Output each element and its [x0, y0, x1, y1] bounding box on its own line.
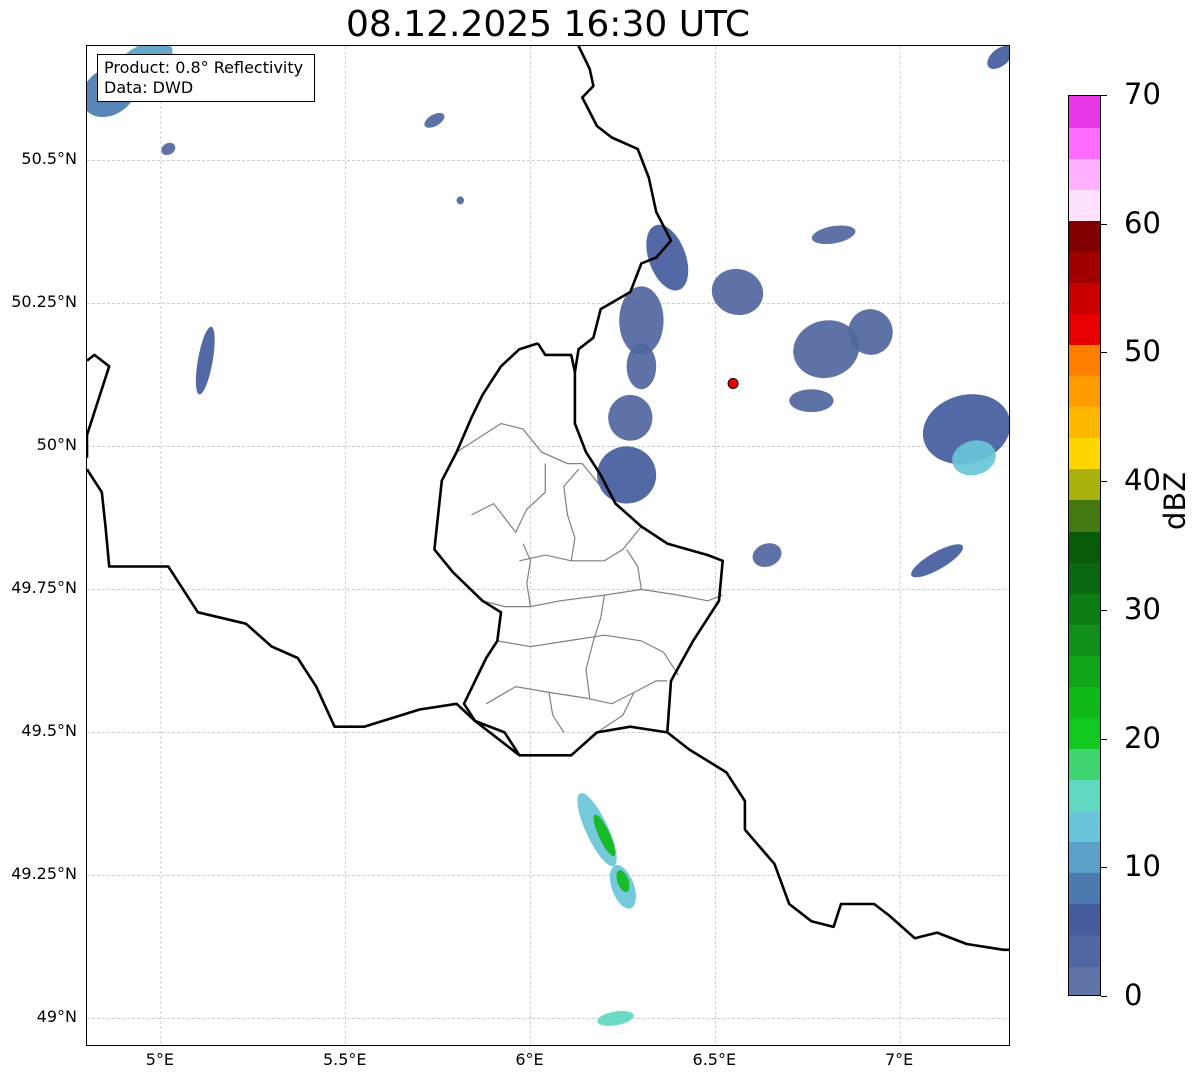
colorbar-segment-0	[1069, 965, 1100, 995]
district-borders	[456, 422, 723, 733]
radar-echo-3	[424, 112, 445, 128]
colorbar-segment-24	[1069, 220, 1100, 252]
colorbar	[1068, 95, 1101, 996]
colorbar-segment-27	[1069, 127, 1100, 159]
colorbar-segment-17	[1069, 437, 1100, 470]
district-border-7	[563, 468, 580, 561]
radar-echo-25	[597, 1010, 634, 1026]
colorbar-segment-15	[1069, 499, 1100, 532]
colorbar-tickmark-5	[1101, 352, 1107, 354]
national-borders	[87, 46, 1009, 952]
radar-echo-2	[195, 326, 215, 395]
district-border-9	[626, 549, 642, 590]
colorbar-tick-3: 30	[1124, 591, 1161, 626]
colorbar-segment-4	[1069, 841, 1100, 874]
lon-label-4: 7°E	[884, 1050, 914, 1069]
radar-echo-19	[752, 543, 782, 567]
district-border-1	[471, 463, 546, 534]
lon-label-0: 5°E	[145, 1050, 175, 1069]
map-canvas	[87, 46, 1009, 1045]
colorbar-tick-6: 60	[1124, 205, 1161, 240]
lat-label-3: 49.75°N	[11, 578, 77, 598]
product-info-box: Product: 0.8° Reflectivity Data: DWD	[97, 54, 315, 102]
radar-echo-10	[597, 446, 657, 504]
district-border-10	[548, 692, 565, 733]
gridlines	[87, 46, 1009, 1045]
colorbar-segment-28	[1069, 96, 1100, 128]
national-border-1	[87, 468, 668, 757]
colorbar-segment-20	[1069, 344, 1100, 377]
colorbar-segment-14	[1069, 530, 1100, 563]
lon-label-1: 5.5°E	[322, 1050, 367, 1069]
colorbar-segment-9	[1069, 686, 1100, 718]
national-border-2	[87, 353, 111, 458]
lat-label-4: 49.5°N	[21, 721, 77, 741]
colorbar-segment-3	[1069, 872, 1100, 905]
radar-echo-15	[789, 389, 834, 413]
radar-site	[727, 377, 739, 389]
radar-echo-4	[161, 142, 176, 156]
radar-echo-5	[456, 196, 464, 205]
lat-label-1: 50.25°N	[11, 292, 77, 312]
colorbar-segment-21	[1069, 313, 1100, 346]
lat-label-2: 50°N	[36, 435, 77, 455]
map-title: 08.12.2025 16:30 UTC	[345, 4, 751, 45]
lat-label-0: 50.5°N	[21, 149, 77, 169]
national-border-3	[433, 342, 539, 757]
colorbar-segment-5	[1069, 810, 1100, 843]
colorbar-label: dBZ	[1158, 471, 1192, 530]
colorbar-segment-23	[1069, 251, 1100, 283]
radar-echo-11	[711, 268, 764, 316]
lon-label-3: 6.5°E	[692, 1050, 737, 1069]
radar-echo-18	[911, 544, 964, 578]
data-source-label: Data: DWD	[104, 78, 194, 97]
colorbar-segment-8	[1069, 717, 1100, 750]
colorbar-segment-26	[1069, 158, 1100, 190]
radar-echo-9	[608, 394, 653, 441]
colorbar-tickmark-4	[1101, 481, 1107, 483]
colorbar-segment-19	[1069, 375, 1100, 408]
district-border-4	[497, 634, 679, 676]
district-border-8	[585, 595, 605, 699]
colorbar-tick-2: 20	[1124, 720, 1161, 755]
lat-label-5: 49.25°N	[11, 864, 77, 884]
colorbar-tickmark-0	[1101, 996, 1107, 997]
colorbar-segment-7	[1069, 748, 1100, 781]
district-border-6	[522, 543, 532, 607]
radar-map[interactable]	[86, 45, 1010, 1046]
reflectivity-layer	[87, 46, 1009, 1026]
colorbar-segment-2	[1069, 903, 1100, 936]
radar-echo-14	[811, 225, 856, 245]
national-border-4	[536, 342, 577, 373]
colorbar-segment-18	[1069, 406, 1100, 439]
radar-site-marker[interactable]	[727, 377, 739, 389]
lat-label-6: 49°N	[36, 1007, 77, 1027]
colorbar-segment-22	[1069, 282, 1100, 315]
colorbar-segment-16	[1069, 468, 1100, 501]
radar-echo-20	[987, 46, 1009, 69]
colorbar-segment-10	[1069, 655, 1100, 687]
colorbar-segment-1	[1069, 934, 1100, 967]
colorbar-segment-25	[1069, 189, 1100, 221]
colorbar-segment-6	[1069, 779, 1100, 812]
product-label: Product: 0.8° Reflectivity	[104, 58, 304, 77]
lon-label-2: 6°E	[515, 1050, 544, 1069]
district-border-2	[519, 526, 642, 562]
colorbar-tickmark-6	[1101, 223, 1107, 225]
colorbar-tick-4: 40	[1124, 463, 1161, 498]
colorbar-segment-11	[1069, 624, 1100, 656]
colorbar-segment-13	[1069, 562, 1100, 594]
district-border-5	[485, 680, 668, 705]
colorbar-tick-1: 10	[1124, 849, 1161, 884]
colorbar-tickmark-7	[1101, 95, 1107, 96]
radar-echo-8	[626, 343, 657, 390]
colorbar-tickmark-2	[1101, 738, 1107, 740]
colorbar-tick-5: 50	[1124, 334, 1161, 369]
colorbar-tick-7: 70	[1124, 77, 1161, 111]
colorbar-tick-0: 0	[1124, 978, 1143, 1012]
colorbar-tickmark-3	[1101, 609, 1107, 611]
colorbar-tickmark-1	[1101, 867, 1107, 869]
colorbar-segment-12	[1069, 593, 1100, 625]
